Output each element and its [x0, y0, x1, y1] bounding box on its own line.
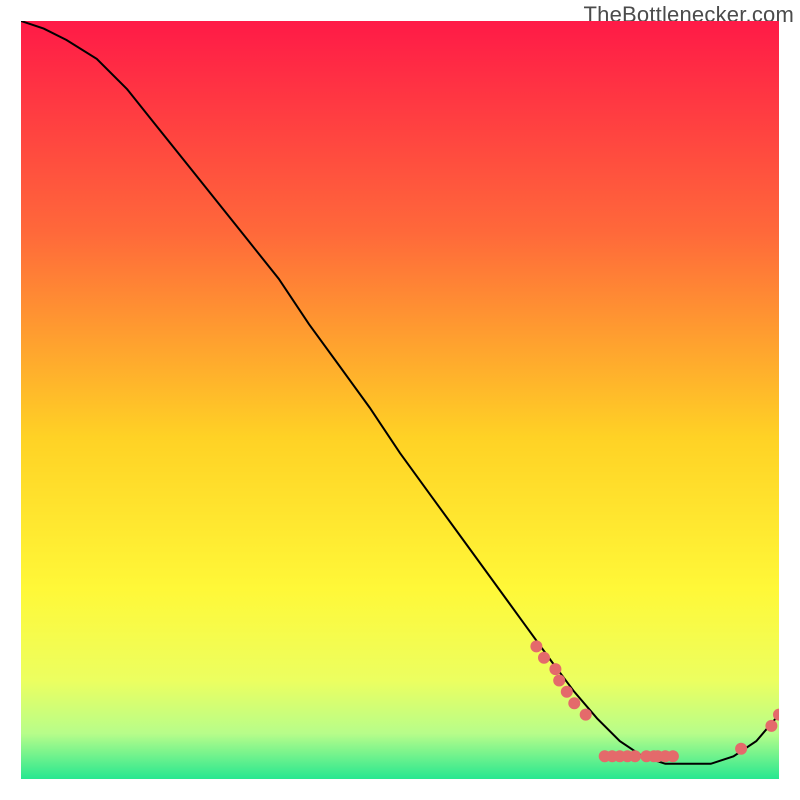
data-marker	[580, 709, 592, 721]
data-marker	[561, 686, 573, 698]
data-marker	[765, 720, 777, 732]
data-marker	[538, 652, 550, 664]
data-marker	[530, 640, 542, 652]
chart-stage: TheBottlenecker.com	[0, 0, 800, 800]
data-marker	[735, 743, 747, 755]
data-marker	[553, 675, 565, 687]
data-marker	[629, 750, 641, 762]
data-marker	[667, 750, 679, 762]
data-marker	[568, 697, 580, 709]
chart-plot-area	[21, 21, 779, 779]
data-marker	[549, 663, 561, 675]
chart-svg	[21, 21, 779, 779]
gradient-background	[21, 21, 779, 779]
